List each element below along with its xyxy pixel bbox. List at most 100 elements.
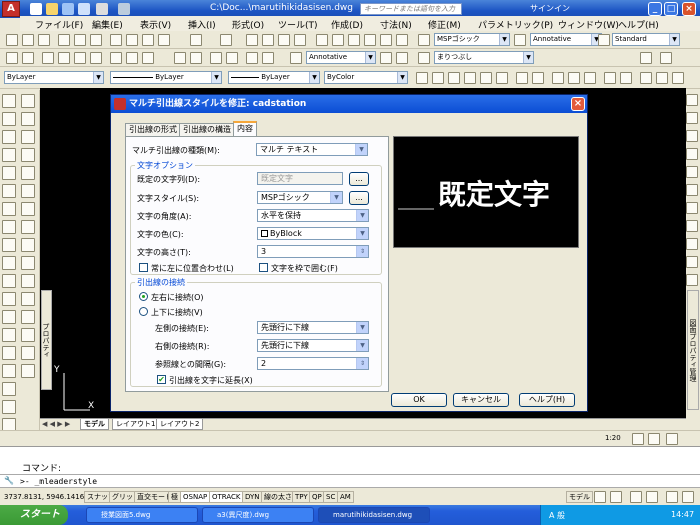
open-icon[interactable] xyxy=(46,3,58,15)
array-icon[interactable] xyxy=(21,166,35,180)
undo-icon[interactable] xyxy=(118,3,130,15)
osnap-toggle[interactable]: OSNAP xyxy=(180,491,211,503)
textstyle-icon[interactable] xyxy=(418,34,430,46)
layer-off-icon[interactable] xyxy=(210,52,222,64)
table-icon[interactable] xyxy=(2,400,16,414)
otrack-toggle[interactable]: OTRACK xyxy=(209,491,244,503)
dim-quick-icon[interactable] xyxy=(552,72,564,84)
ellipse-icon[interactable] xyxy=(2,256,16,270)
ime-indicator[interactable]: A 般 xyxy=(549,510,565,521)
tab-layout1[interactable]: レイアウト1 xyxy=(112,419,160,430)
remove-leader-icon[interactable] xyxy=(396,52,408,64)
open-icon[interactable] xyxy=(22,34,34,46)
menu-format[interactable]: 形式(O) xyxy=(232,18,264,31)
ellipse-arc-icon[interactable] xyxy=(2,274,16,288)
stretch-icon[interactable] xyxy=(21,238,35,252)
dim-diameter-icon[interactable] xyxy=(516,72,528,84)
properties-icon[interactable] xyxy=(316,34,328,46)
dim-text-edit-icon[interactable] xyxy=(656,72,668,84)
command-input[interactable]: >- _mleaderstyle xyxy=(20,477,97,486)
menu-tools[interactable]: ツール(T) xyxy=(278,18,318,31)
snap-node-icon[interactable] xyxy=(686,256,698,268)
sheetset-icon[interactable] xyxy=(364,34,376,46)
layer-lock-icon[interactable] xyxy=(74,52,86,64)
dialog-close-button[interactable]: × xyxy=(571,97,585,111)
zoom-realtime-icon[interactable] xyxy=(262,34,274,46)
mleaderstyle-icon[interactable] xyxy=(418,52,430,64)
save-icon[interactable] xyxy=(38,34,50,46)
snap-parallel-icon[interactable] xyxy=(686,238,698,250)
copy-object-icon[interactable] xyxy=(21,112,35,126)
menu-edit[interactable]: 編集(E) xyxy=(92,18,123,31)
designcenter-icon[interactable] xyxy=(332,34,344,46)
gradient-icon[interactable] xyxy=(2,364,16,378)
snap-tangent-icon[interactable] xyxy=(686,202,698,214)
markup-icon[interactable] xyxy=(380,34,392,46)
snap-perpendicular-icon[interactable] xyxy=(686,220,698,232)
dimstyle-icon[interactable] xyxy=(514,34,526,46)
layer-match-icon[interactable] xyxy=(190,52,202,64)
coordinates[interactable]: 3737.8131, 5946.1416 xyxy=(4,493,84,501)
chamfer-icon[interactable] xyxy=(21,328,35,342)
lineweight-combo[interactable]: ByLayer ▼ xyxy=(228,71,320,84)
close-button[interactable]: × xyxy=(682,2,696,16)
insert-block-icon[interactable] xyxy=(2,292,16,306)
extend-icon[interactable] xyxy=(21,274,35,288)
quick-view-drawings-icon[interactable] xyxy=(610,491,622,503)
add-leader-icon[interactable] xyxy=(380,52,392,64)
layer-freeze-icon[interactable] xyxy=(58,52,70,64)
redo-icon[interactable] xyxy=(220,34,232,46)
layer-manager-icon[interactable] xyxy=(6,52,18,64)
saveas-icon[interactable] xyxy=(78,3,90,15)
region-icon[interactable] xyxy=(2,382,16,396)
maximize-button[interactable]: □ xyxy=(664,2,678,16)
dim-ordinate-icon[interactable] xyxy=(464,72,476,84)
menu-dimension[interactable]: 寸法(N) xyxy=(380,18,412,31)
erase-icon[interactable] xyxy=(21,94,35,108)
tab-content[interactable]: 内容 xyxy=(233,121,257,136)
polyline-icon[interactable] xyxy=(2,130,16,144)
new-icon[interactable] xyxy=(30,3,42,15)
arc-icon[interactable] xyxy=(2,184,16,198)
task-marutihikidasisen[interactable]: marutihikidasisen.dwg xyxy=(318,507,430,523)
frame-text-checkbox[interactable] xyxy=(259,263,268,272)
copy-icon[interactable] xyxy=(126,34,138,46)
clean-screen-icon[interactable] xyxy=(682,491,694,503)
task-jugyo[interactable]: 授業図面5.dwg xyxy=(86,507,198,523)
move-icon[interactable] xyxy=(21,184,35,198)
linetype-combo[interactable]: ByLayer ▼ xyxy=(110,71,222,84)
fillet-icon[interactable] xyxy=(21,346,35,360)
ok-button[interactable]: OK xyxy=(391,393,447,407)
text-color-select[interactable]: ByBlock ▼ xyxy=(257,227,369,240)
vertical-attach-radio[interactable] xyxy=(139,307,148,316)
dimstyle-combo[interactable]: Standard ▼ xyxy=(612,33,680,46)
plot-icon[interactable] xyxy=(96,3,108,15)
mleader-align-icon[interactable] xyxy=(640,52,652,64)
text-angle-select[interactable]: 水平を保持 ▼ xyxy=(257,209,369,222)
text-height-spinner[interactable]: 3 ⇕ xyxy=(257,245,369,258)
signin-link[interactable]: サインイン xyxy=(530,3,570,14)
snap-intersection-icon[interactable] xyxy=(686,148,698,160)
layer-delete-icon[interactable] xyxy=(262,52,274,64)
revcloud-icon[interactable] xyxy=(2,220,16,234)
offset-icon[interactable] xyxy=(21,148,35,162)
horizontal-attach-radio[interactable] xyxy=(139,292,148,301)
start-button[interactable]: スタート xyxy=(0,505,68,525)
landing-gap-spinner[interactable]: 2 ⇕ xyxy=(257,357,369,370)
default-text-browse-button[interactable]: ... xyxy=(349,172,369,186)
dim-arc-icon[interactable] xyxy=(448,72,460,84)
annoscale-combo[interactable]: Annotative ▼ xyxy=(530,33,602,46)
lineweight-toggle[interactable]: 線の太さ xyxy=(261,491,295,503)
am-toggle[interactable]: AM xyxy=(337,491,354,503)
paste-icon[interactable] xyxy=(142,34,154,46)
toolpalettes-icon[interactable] xyxy=(348,34,360,46)
menu-file[interactable]: ファイル(F) xyxy=(35,18,83,31)
quick-view-layouts-icon[interactable] xyxy=(594,491,606,503)
dim-update-icon[interactable] xyxy=(672,72,684,84)
save-icon[interactable] xyxy=(62,3,74,15)
help-button[interactable]: ヘルプ(H) xyxy=(519,393,575,407)
model-space-toggle[interactable]: モデル xyxy=(566,491,593,503)
join-icon[interactable] xyxy=(21,310,35,324)
dim-linear-icon[interactable] xyxy=(416,72,428,84)
right-attach-select[interactable]: 先頭行に下線 ▼ xyxy=(257,339,369,352)
